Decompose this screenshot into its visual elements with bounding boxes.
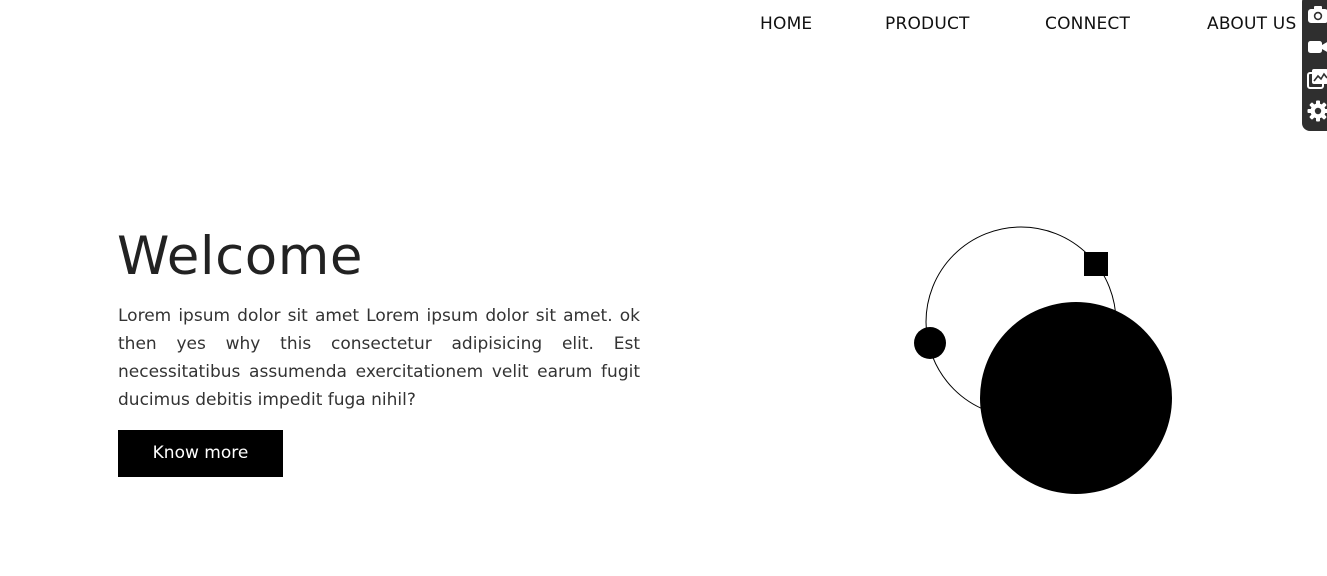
top-navigation: HOME PRODUCT CONNECT ABOUT US <box>0 13 1327 37</box>
video-icon[interactable] <box>1307 36 1327 58</box>
screen-capture-toolbar <box>1302 0 1327 131</box>
nav-item-product[interactable]: PRODUCT <box>885 13 970 35</box>
know-more-button[interactable]: Know more <box>118 430 283 477</box>
gallery-icon[interactable] <box>1307 68 1327 90</box>
large-circle-shape <box>980 302 1172 494</box>
gear-icon[interactable] <box>1307 100 1327 122</box>
small-square-shape <box>1084 252 1108 276</box>
nav-item-about-us[interactable]: ABOUT US <box>1207 13 1296 35</box>
hero-title: Welcome <box>117 226 363 287</box>
camera-icon[interactable] <box>1307 4 1327 26</box>
nav-item-home[interactable]: HOME <box>760 13 812 35</box>
landing-page: HOME PRODUCT CONNECT ABOUT US Welcome Lo… <box>0 0 1327 576</box>
hero-illustration <box>914 226 1172 494</box>
nav-item-connect[interactable]: CONNECT <box>1045 13 1130 35</box>
hero-description: Lorem ipsum dolor sit amet Lorem ipsum d… <box>118 306 640 410</box>
small-dot-shape <box>914 327 946 359</box>
